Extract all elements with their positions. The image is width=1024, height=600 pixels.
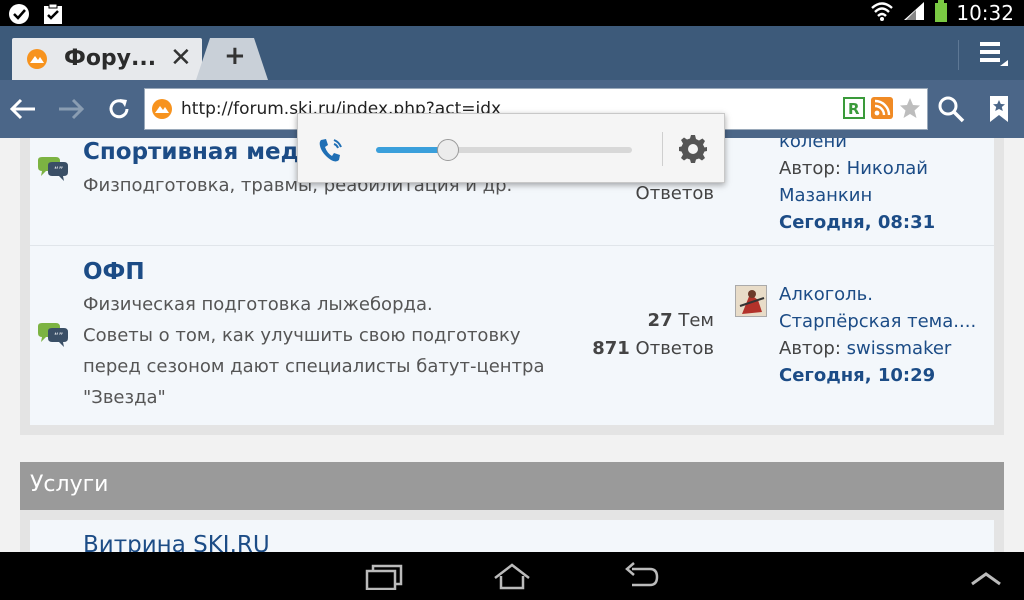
last-post-date[interactable]: Сегодня, 08:31 bbox=[779, 209, 935, 236]
back-nav-icon[interactable] bbox=[622, 562, 662, 594]
author-link-continued[interactable]: Мазанкин bbox=[779, 185, 872, 206]
bookmarks-button[interactable] bbox=[982, 92, 1016, 126]
tab-bar: Фору... ✕ + bbox=[0, 26, 1024, 80]
description-line: перед сезоном дают специалисты батут-цен… bbox=[83, 356, 545, 377]
description-line: Физическая подготовка лыжеборда. bbox=[83, 294, 433, 315]
description-line: "Звезда" bbox=[83, 387, 166, 408]
replies-count: 871 bbox=[592, 338, 630, 359]
volume-slider-thumb[interactable] bbox=[437, 139, 459, 161]
search-button[interactable] bbox=[934, 92, 968, 126]
author-link[interactable]: Николай bbox=[847, 158, 928, 179]
battery-icon bbox=[934, 0, 948, 26]
replies-label: Ответов bbox=[635, 338, 714, 359]
wifi-icon bbox=[870, 0, 894, 26]
forum-stats: Ответов bbox=[636, 180, 714, 208]
reload-icon bbox=[109, 99, 129, 119]
svg-text:“”: “” bbox=[54, 166, 63, 176]
volume-popup bbox=[297, 113, 725, 183]
last-post-title[interactable]: Алкоголь. bbox=[779, 284, 873, 305]
browser-menu-button[interactable] bbox=[976, 40, 1010, 70]
recent-apps-icon[interactable] bbox=[364, 562, 404, 594]
forum-bubbles-icon: “” bbox=[36, 156, 70, 186]
chevron-up-icon[interactable] bbox=[966, 562, 1006, 594]
rss-icon[interactable] bbox=[871, 97, 893, 123]
reload-button[interactable] bbox=[102, 92, 136, 126]
back-arrow-icon bbox=[9, 98, 35, 120]
last-post: Алкоголь. Старпёрская тема.... Автор: sw… bbox=[779, 281, 976, 389]
browser-tab[interactable]: Фору... ✕ bbox=[12, 38, 202, 80]
author-label: Автор: bbox=[779, 158, 841, 179]
avatar[interactable] bbox=[735, 285, 767, 317]
new-tab-button[interactable]: + bbox=[196, 38, 268, 80]
ski-ru-favicon-icon bbox=[26, 49, 48, 73]
clock: 10:32 bbox=[956, 1, 1014, 25]
reader-icon[interactable]: R bbox=[843, 97, 865, 123]
signal-icon bbox=[902, 0, 926, 26]
forward-arrow-icon bbox=[59, 98, 85, 120]
replies-label: Ответов bbox=[635, 183, 714, 204]
back-button[interactable] bbox=[6, 92, 40, 126]
plus-icon: + bbox=[224, 41, 246, 71]
last-post-title-continued[interactable]: Старпёрская тема.... bbox=[779, 311, 976, 332]
page-content: “” Спортивная меди Физподготовка, травмы… bbox=[0, 138, 1024, 552]
author-label: Автор: bbox=[779, 338, 841, 359]
topics-count: 27 bbox=[647, 310, 673, 331]
forum-stats: 27 Тем 871 Ответов bbox=[592, 307, 714, 363]
tab-title: Фору... bbox=[64, 46, 157, 71]
forum-bubbles-icon: “” bbox=[36, 322, 70, 352]
last-post: колени Автор: Николай Мазанкин Сегодня, … bbox=[779, 138, 935, 236]
description-line: Советы о том, как улучшить свою подготов… bbox=[83, 325, 521, 346]
volume-slider[interactable] bbox=[376, 139, 632, 161]
home-icon[interactable] bbox=[492, 562, 532, 594]
search-icon bbox=[938, 96, 965, 123]
section-title: Услуги bbox=[30, 472, 109, 497]
site-favicon-icon bbox=[151, 99, 173, 123]
forward-button[interactable] bbox=[54, 92, 88, 126]
row-divider bbox=[30, 245, 994, 246]
forum-title-ofp[interactable]: ОФП bbox=[83, 259, 145, 285]
topics-label: Тем bbox=[678, 310, 714, 331]
menu-separator bbox=[958, 40, 959, 70]
close-tab-icon[interactable]: ✕ bbox=[170, 43, 192, 73]
author-link[interactable]: swissmaker bbox=[847, 338, 952, 359]
settings-gear-icon[interactable] bbox=[678, 134, 708, 168]
services-item-title[interactable]: Витрина SKI.RU bbox=[83, 532, 270, 552]
bookmark-star-icon[interactable] bbox=[899, 97, 921, 123]
last-post-title[interactable]: колени bbox=[779, 138, 847, 152]
section-header: Услуги bbox=[20, 462, 1004, 510]
forum-description: Физическая подготовка лыжеборда. Советы … bbox=[83, 289, 545, 413]
system-nav-bar bbox=[0, 552, 1024, 600]
popup-divider bbox=[662, 132, 663, 166]
status-bar: 10:32 bbox=[0, 0, 1024, 26]
last-post-date[interactable]: Сегодня, 10:29 bbox=[779, 362, 976, 389]
bookmarks-icon bbox=[990, 96, 1008, 122]
svg-text:R: R bbox=[848, 100, 860, 118]
forum-title-sports-medicine[interactable]: Спортивная меди bbox=[83, 139, 315, 165]
svg-text:“”: “” bbox=[54, 332, 63, 342]
call-volume-icon bbox=[316, 136, 346, 170]
